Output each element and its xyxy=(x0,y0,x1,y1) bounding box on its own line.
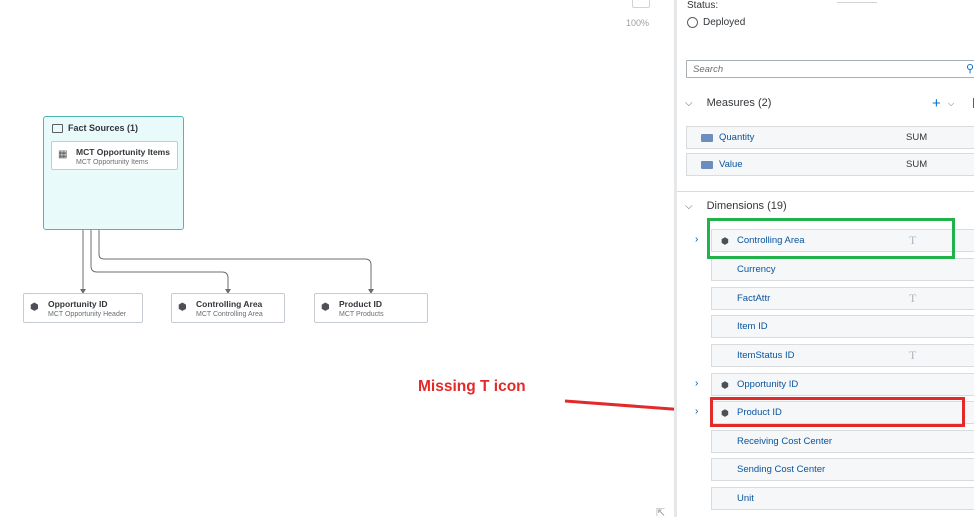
dimension-row[interactable]: Item ID xyxy=(711,315,974,338)
dimensions-header[interactable]: ⌵ Dimensions (19) xyxy=(685,200,787,212)
search-field[interactable]: Search ⚲ xyxy=(686,60,974,78)
panel-top-controls xyxy=(837,0,877,3)
dimension-row[interactable]: Unit xyxy=(711,487,974,510)
measure-row[interactable]: Quantity SUM xyxy=(686,126,974,149)
dimension-row[interactable]: FactAttr T xyxy=(711,287,974,310)
dimension-row[interactable]: ⬢ Opportunity ID xyxy=(711,373,974,396)
clock-icon xyxy=(687,17,698,28)
dimension-label: Receiving Cost Center xyxy=(737,436,833,447)
cube-icon: ⬢ xyxy=(721,380,729,390)
dimension-label: Unit xyxy=(737,493,754,504)
measure-label: Value xyxy=(719,159,743,170)
chevron-right-icon[interactable]: › xyxy=(695,378,698,389)
measure-label: Quantity xyxy=(719,132,755,143)
measure-icon xyxy=(701,134,713,142)
section-divider xyxy=(677,191,974,192)
status-text: Deployed xyxy=(703,17,746,28)
dimension-row[interactable]: Receiving Cost Center xyxy=(711,430,974,453)
plus-icon[interactable]: + xyxy=(932,95,941,112)
dimension-label: Currency xyxy=(737,264,776,275)
highlight-box-red xyxy=(710,397,965,427)
dimension-label: ItemStatus ID xyxy=(737,350,795,361)
highlight-box-green xyxy=(707,218,955,259)
search-placeholder: Search xyxy=(693,64,724,75)
dimension-row[interactable]: Sending Cost Center xyxy=(711,458,974,481)
text-type-icon: T xyxy=(909,348,917,362)
dimension-row[interactable]: ItemStatus ID T xyxy=(711,344,974,367)
measure-aggregation: SUM xyxy=(906,159,928,170)
measure-aggregation: SUM xyxy=(906,132,928,143)
dimension-label: Item ID xyxy=(737,321,768,332)
dimension-label: FactAttr xyxy=(737,293,771,304)
dimensions-title: Dimensions (19) xyxy=(706,200,787,212)
measures-header[interactable]: ⌵ Measures (2) xyxy=(685,97,771,109)
status-label: Status: xyxy=(687,0,719,11)
measures-title: Measures (2) xyxy=(706,97,772,109)
measure-row[interactable]: Value SUM xyxy=(686,153,974,176)
text-type-icon: T xyxy=(909,291,917,305)
chevron-down-icon[interactable]: ⌵ xyxy=(685,98,693,109)
dimension-row[interactable]: Currency xyxy=(711,258,974,281)
dimension-label: Sending Cost Center xyxy=(737,464,826,475)
chevron-right-icon[interactable]: › xyxy=(695,234,698,245)
chevron-down-icon[interactable]: ⌵ xyxy=(685,201,693,212)
chevron-right-icon[interactable]: › xyxy=(695,406,698,417)
dimension-label: Opportunity ID xyxy=(737,379,799,390)
status-value: Deployed xyxy=(687,17,745,28)
chevron-down-icon[interactable]: ⌵ xyxy=(948,99,954,109)
search-icon[interactable]: ⚲ xyxy=(966,62,974,75)
measure-icon xyxy=(701,161,713,169)
